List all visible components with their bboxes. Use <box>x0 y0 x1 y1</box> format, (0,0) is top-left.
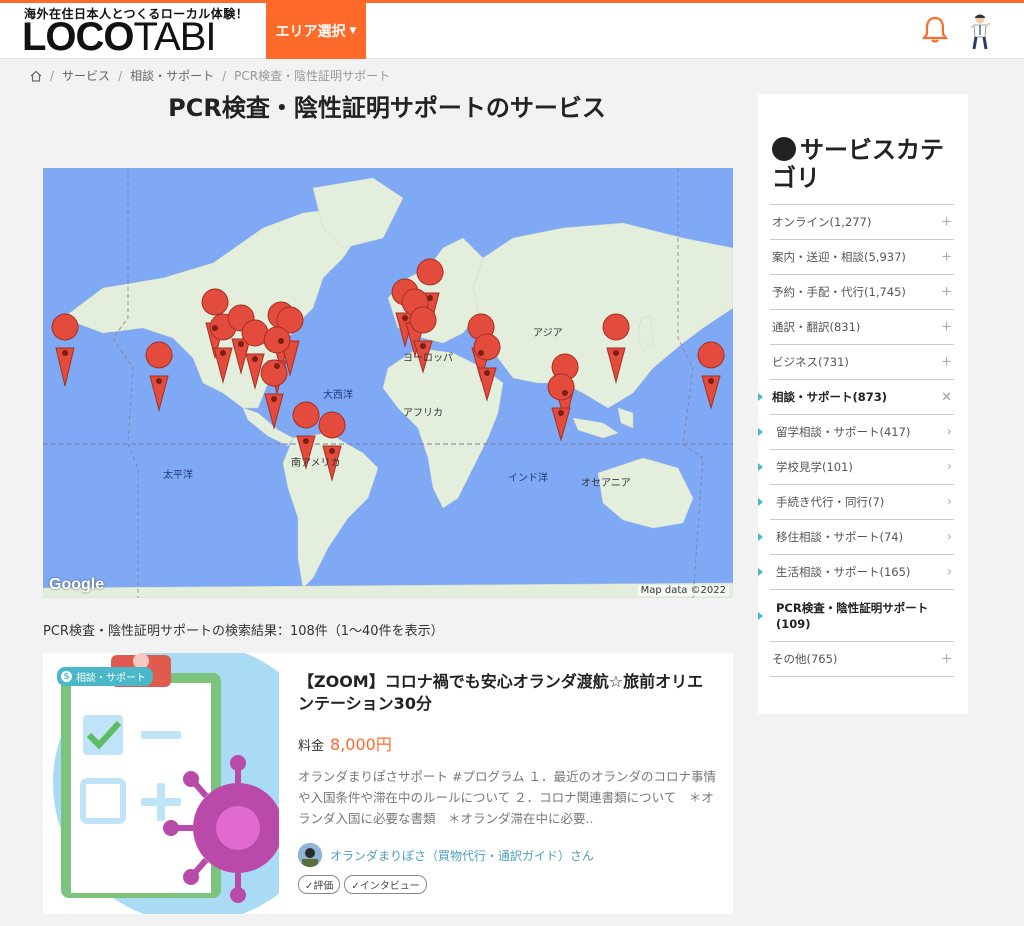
expand-icon[interactable]: + <box>941 285 952 300</box>
sub-indicator-icon <box>758 533 763 541</box>
category-label: 相談・サポート <box>76 673 146 684</box>
map-label-pacific: 太平洋 <box>163 468 193 481</box>
sidebar-item-procedures[interactable]: 手続き代行・同行(7) › <box>758 485 954 520</box>
breadcrumb-separator: / <box>118 68 123 83</box>
logo-light-part: TABI <box>133 15 217 59</box>
sidebar-item-study-abroad[interactable]: 留学相談・サポート(417) › <box>758 415 954 450</box>
sidebar: サービスカテゴリ オンライン(1,277) + 案内・送迎・相談(5,937) + … <box>758 94 968 714</box>
page-title: PCR検査・陰性証明サポートのサービス <box>168 94 606 122</box>
service-tags: ✓評価 ✓インタビュー <box>298 875 427 894</box>
service-price: 料金 8,000円 <box>298 731 392 755</box>
sidebar-item-business[interactable]: ビジネス(731) + <box>770 345 954 380</box>
tag-interview: ✓インタビュー <box>344 875 427 894</box>
caret-down-icon: ▼ <box>349 26 357 36</box>
sub-indicator-icon <box>758 498 763 506</box>
bell-icon[interactable] <box>922 15 948 43</box>
search-results-count: PCR検査・陰性証明サポートの検索結果：108件（1〜40件を表示） <box>43 624 444 639</box>
active-indicator-icon <box>758 393 763 401</box>
sidebar-title: サービスカテゴリ <box>772 136 944 192</box>
service-card[interactable]: S 相談・サポート 【ZOOM】コロナ禍でも安心オランダ渡航☆旅前オリエンテーシ… <box>43 653 733 914</box>
sidebar-item-booking[interactable]: 予約・手配・代行(1,745) + <box>770 275 954 310</box>
expand-icon[interactable]: + <box>941 215 952 230</box>
service-author[interactable]: オランダまりぽさ（買物代行・通訳ガイド）さん <box>298 843 594 867</box>
sidebar-item-pcr[interactable]: PCR検査・陰性証明サポート(109) <box>758 590 954 642</box>
sub-indicator-icon <box>758 568 763 576</box>
sub-indicator-icon <box>758 463 763 471</box>
google-logo: Google <box>49 576 105 593</box>
category-list: オンライン(1,277) + 案内・送迎・相談(5,937) + 予約・手配・代行(… <box>758 204 954 677</box>
user-avatar[interactable] <box>968 13 992 51</box>
service-description: オランダまりぽさサポート #プログラム １．最近のオランダのコロナ事情や入国条件… <box>298 769 717 826</box>
breadcrumb-separator: / <box>50 68 55 83</box>
sub-indicator-icon <box>758 611 763 620</box>
home-icon[interactable] <box>30 70 42 82</box>
chevron-right-icon: › <box>946 529 952 545</box>
sidebar-item-translation[interactable]: 通訳・翻訳(831) + <box>770 310 954 345</box>
site-logo[interactable]: LOCOTABI <box>22 15 217 59</box>
globe-icon <box>772 137 796 161</box>
sidebar-item-online[interactable]: オンライン(1,277) + <box>770 205 954 240</box>
category-badge[interactable]: S 相談・サポート <box>57 667 153 686</box>
breadcrumb-item-services[interactable]: サービス <box>62 67 110 84</box>
chevron-right-icon: › <box>946 459 952 475</box>
map-label-south-america: 南アメリカ <box>291 456 341 469</box>
breadcrumb-separator: / <box>222 68 227 83</box>
collapse-icon[interactable]: × <box>941 390 952 405</box>
breadcrumb: / サービス / 相談・サポート / PCR検査・陰性証明サポート <box>30 67 390 84</box>
sidebar-item-living[interactable]: 生活相談・サポート(165) › <box>758 555 954 590</box>
sub-indicator-icon <box>758 428 763 436</box>
author-avatar <box>298 843 322 867</box>
expand-icon[interactable]: + <box>941 652 952 667</box>
logo-bold-part: LOCO <box>22 15 135 59</box>
sidebar-item-other[interactable]: その他(765) + <box>770 642 954 677</box>
sidebar-item-school-visit[interactable]: 学校見学(101) › <box>758 450 954 485</box>
service-title[interactable]: 【ZOOM】コロナ禍でも安心オランダ渡航☆旅前オリエンテーション30分 <box>298 671 718 715</box>
price-value: 8,000円 <box>330 735 392 754</box>
map-label-africa: アフリカ <box>403 407 443 419</box>
author-name: オランダまりぽさ（買物代行・通訳ガイド）さん <box>330 848 595 863</box>
area-select-button[interactable]: エリア選択 ▼ <box>266 3 366 59</box>
sidebar-item-consult[interactable]: 相談・サポート(873) × <box>758 380 954 415</box>
breadcrumb-item-consult[interactable]: 相談・サポート <box>130 67 214 84</box>
expand-icon[interactable]: + <box>941 250 952 265</box>
tag-rating: ✓評価 <box>298 875 341 894</box>
sidebar-item-guide[interactable]: 案内・送迎・相談(5,937) + <box>770 240 954 275</box>
world-map[interactable]: アジア ヨーロッパ 大西洋 アフリカ 太平洋 インド洋 オセアニア 南アメリカ … <box>43 168 733 598</box>
service-thumbnail[interactable]: S 相談・サポート <box>43 653 279 914</box>
map-label-oceania: オセアニア <box>581 477 631 489</box>
chevron-right-icon: › <box>946 564 952 580</box>
price-label: 料金 <box>298 739 325 754</box>
map-label-europe: ヨーロッパ <box>403 352 453 364</box>
map-label-asia: アジア <box>533 328 563 339</box>
chevron-right-icon: › <box>946 494 952 510</box>
clipboard-virus-illustration <box>43 653 279 914</box>
map-label-atlantic: 大西洋 <box>323 388 353 401</box>
site-header: 海外在住日本人とつくるローカル体験！ LOCOTABI エリア選択 ▼ <box>0 3 1024 59</box>
sidebar-item-migration[interactable]: 移住相談・サポート(74) › <box>758 520 954 555</box>
area-select-label: エリア選択 <box>275 24 346 40</box>
category-icon: S <box>61 671 72 682</box>
map-credit[interactable]: Map data ©2022 <box>637 585 729 596</box>
breadcrumb-current: PCR検査・陰性証明サポート <box>234 69 391 83</box>
chevron-right-icon: › <box>946 424 952 440</box>
expand-icon[interactable]: + <box>941 320 952 335</box>
map-label-indian-ocean: インド洋 <box>508 471 548 484</box>
map-canvas: アジア ヨーロッパ 大西洋 アフリカ 太平洋 インド洋 オセアニア 南アメリカ <box>43 168 733 598</box>
expand-icon[interactable]: + <box>941 355 952 370</box>
